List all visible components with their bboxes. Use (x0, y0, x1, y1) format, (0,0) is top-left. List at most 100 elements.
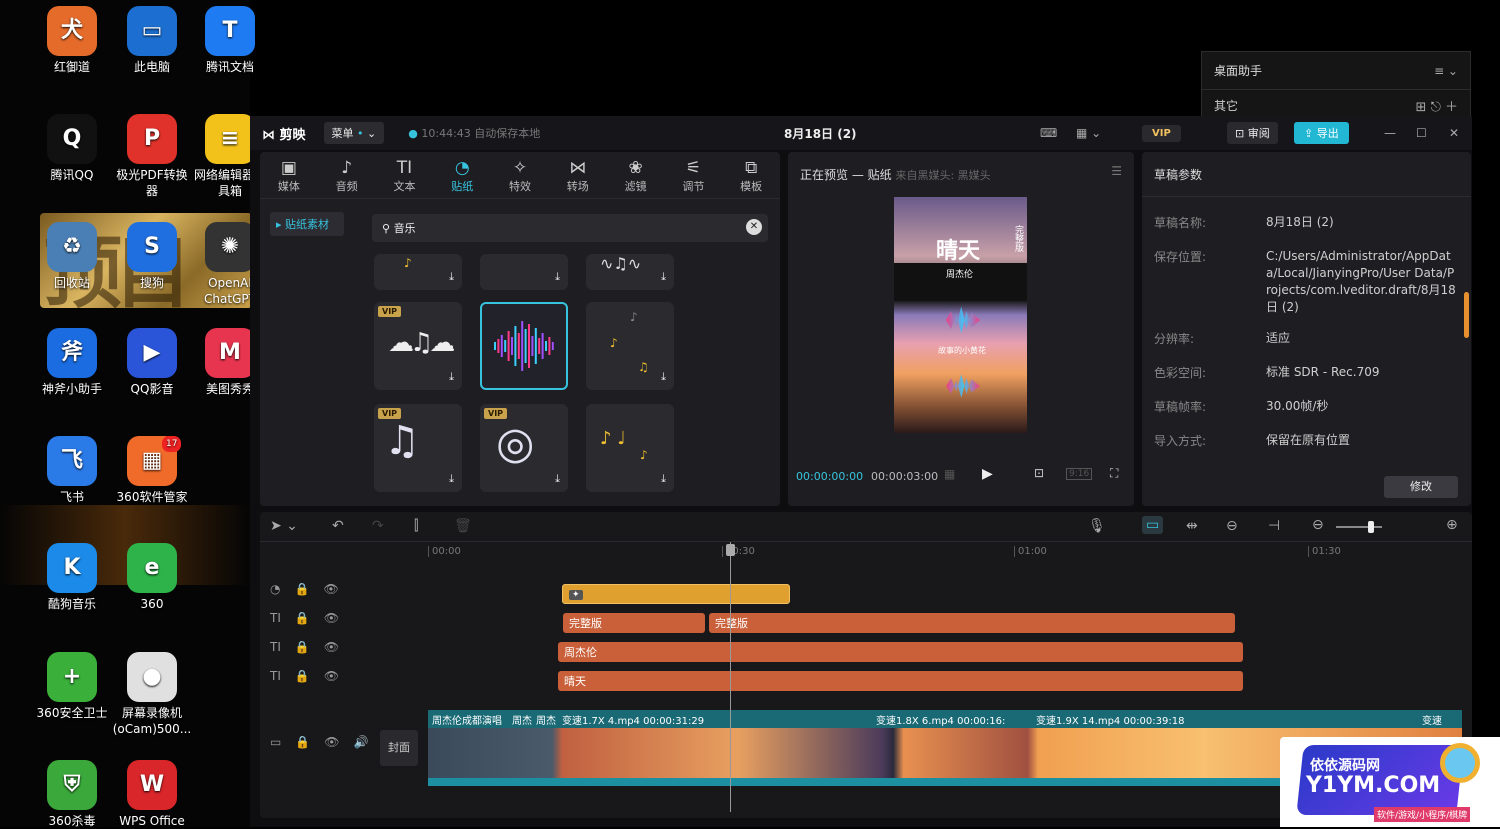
sticker-clip[interactable]: ✦ (562, 584, 790, 604)
text-clip[interactable]: 完整版 (709, 613, 1235, 633)
desktop-icon[interactable]: W WPS Office (112, 760, 192, 829)
zoom-slider[interactable] (1336, 521, 1382, 533)
tab-media[interactable]: ▣ 媒体 (260, 154, 318, 198)
desktop-icon[interactable]: ▶ QQ影音 (112, 328, 192, 397)
sticker-tile[interactable]: ♪ ⤓ (374, 254, 462, 290)
wave-bar (507, 331, 510, 361)
zoom-out-icon[interactable]: ⊖ (1312, 517, 1324, 533)
desktop-icon[interactable]: K 酷狗音乐 (32, 543, 112, 612)
zoom-in-icon[interactable]: ⊕ (1446, 517, 1458, 533)
desktop-icon[interactable]: +360安全卫士 (32, 652, 112, 721)
play-button[interactable]: ▶ (982, 466, 993, 482)
tab-text[interactable]: TI 文本 (376, 154, 434, 198)
close-icon[interactable]: ✕ (1449, 126, 1459, 140)
select-tool-icon[interactable]: ➤ ⌄ (270, 518, 298, 534)
undo-icon[interactable]: ↶ (332, 518, 344, 534)
preview-menu-icon[interactable]: ☰ (1111, 164, 1122, 178)
playhead[interactable] (730, 542, 731, 812)
wave-bar (517, 333, 520, 359)
redo-icon[interactable]: ↷ (372, 518, 384, 534)
link-icon[interactable]: ⊖ (1226, 518, 1238, 534)
time-ruler[interactable]: 00:00 00:30 01:00 01:30 (428, 542, 1468, 562)
app-icon: ▶ (127, 328, 177, 378)
search-input[interactable]: ⚲ 音乐 ✕ (372, 214, 768, 242)
sticker-tile[interactable]: VIP ♫ ⤓ (374, 404, 462, 492)
tab-transition[interactable]: ⋈ 转场 (549, 154, 607, 198)
desktop-icon[interactable]: e 360 (112, 543, 192, 612)
desktop-icon[interactable]: 斧神斧小助手 (32, 328, 112, 397)
desktop-icon[interactable]: S 搜狗 (112, 222, 192, 291)
tab-icon: ▣ (280, 158, 297, 178)
tab-template[interactable]: ⧉ 模板 (722, 154, 780, 198)
mic-icon[interactable]: 🎙 (1088, 518, 1106, 534)
text-clip[interactable]: 完整版 (563, 613, 705, 633)
review-button[interactable]: ⊡ 审阅 (1227, 122, 1278, 144)
params-title: 草稿参数 (1154, 168, 1203, 182)
preview-axis-icon[interactable]: ⊣ (1268, 518, 1280, 534)
wave-bar (514, 326, 517, 366)
tab-filter[interactable]: ❀ 滤镜 (607, 154, 665, 198)
lock-icon: 🔒 (294, 611, 310, 625)
sticker-tile[interactable]: ♪ ♪ ♫ ⤓ (586, 302, 674, 390)
wave-bar (538, 338, 541, 354)
menu-button[interactable]: 菜单 • ⌄ (323, 122, 385, 144)
desktop-icon[interactable]: 犬红御道 (32, 6, 112, 75)
desktop-icon[interactable]: 飞飞书 (32, 436, 112, 505)
app-icon: P (127, 114, 177, 164)
ratio-icon[interactable]: 9:16 (1066, 468, 1093, 480)
tab-audio[interactable]: ♪ 音频 (318, 154, 376, 198)
preview-canvas[interactable]: 晴天 周杰伦 完整版 故事的小黄花 (894, 197, 1027, 433)
desktop-icon[interactable]: ⛨ 360杀毒 (32, 760, 112, 829)
sticker-tile[interactable]: VIP ☁♫☁ ⤓ (374, 302, 462, 390)
tab-icon: ⚟ (685, 158, 701, 178)
sticker-tile-selected[interactable] (480, 302, 568, 390)
desktop-icon[interactable]: Q 腾讯QQ (32, 114, 112, 183)
timeline-toolbar: ➤ ⌄ ↶ ↷ ⫿ 🗑 🎙 ▭ ⇹ ⊖ ⊣ ⊖ ⊕ (260, 512, 1472, 542)
text-clip[interactable]: 周杰伦 (558, 642, 1243, 662)
desktop-icon-label: QQ影音 (130, 382, 174, 396)
sticker-tile[interactable]: ♪ ♩ ♪ ⤓ (586, 404, 674, 492)
clear-icon[interactable]: ✕ (746, 219, 762, 235)
wave-bar (528, 324, 530, 368)
tab-adjust[interactable]: ⚟ 调节 (664, 154, 722, 198)
split-icon[interactable]: ⫿ (414, 518, 418, 534)
text-track-icon: TI (270, 640, 281, 654)
desktop-helper-widget[interactable]: 桌面助手 ≡ ⌄ 其它 ⊞ ⎋ ＋ (1201, 51, 1471, 121)
modify-button[interactable]: 修改 (1384, 476, 1458, 498)
menu-icon[interactable]: ≡ ⌄ (1434, 64, 1458, 78)
delete-icon[interactable]: 🗑 (454, 518, 472, 534)
sticker-tile[interactable]: ∿♫∿ ⤓ (586, 254, 674, 290)
fullscreen-icon[interactable]: ⛶ (1110, 466, 1118, 481)
desktop-icon[interactable]: ♻ 回收站 (32, 222, 112, 291)
app-icon: e (127, 543, 177, 593)
sticker-tile[interactable]: ⤓ (480, 254, 568, 290)
export-button[interactable]: ⇪ 导出 (1294, 122, 1349, 144)
sidebar-item-sticker[interactable]: ▸ 贴纸素材 (270, 212, 344, 236)
desktop-icon[interactable]: ● 屏幕录像机(oCam)500... (112, 652, 192, 737)
maximize-icon[interactable]: ☐ (1416, 126, 1427, 140)
desktop-icon[interactable]: ▭ 此电脑 (112, 6, 192, 75)
tab-effects[interactable]: ✧ 特效 (491, 154, 549, 198)
keyboard-icon[interactable]: ⌨ (1040, 126, 1057, 140)
vip-button[interactable]: VIP (1142, 124, 1181, 142)
desktop-icon[interactable]: ▦ 360软件管家 17 (112, 436, 192, 505)
minimize-icon[interactable]: — (1384, 126, 1396, 140)
desktop-icon[interactable]: P 极光PDF转换器 (112, 114, 192, 199)
auto-snap-icon[interactable]: ⇹ (1186, 518, 1198, 534)
timeline-grid-icon[interactable]: ▦ (944, 467, 955, 481)
tab-sticker[interactable]: ◔ 贴纸 (433, 154, 491, 198)
sticker-tile[interactable]: VIP ◎ ⤓ (480, 404, 568, 492)
desktop-icon[interactable]: T 腾讯文档 (190, 6, 270, 75)
helper-actions-icon[interactable]: ⊞ ⎋ ＋ (1416, 96, 1458, 115)
app-icon: S (127, 222, 177, 272)
eye-icon: 👁 (323, 611, 340, 625)
screenshot-icon[interactable]: ⊡ (1034, 466, 1044, 480)
scrollbar[interactable] (1464, 292, 1469, 338)
cover-button[interactable]: 封面 (380, 730, 418, 766)
layout-icon[interactable]: ▦ ⌄ (1076, 126, 1101, 140)
magnifier-icon (1440, 743, 1480, 783)
playhead-handle[interactable] (726, 544, 735, 556)
text-clip[interactable]: 晴天 (558, 671, 1243, 691)
desktop-icon-label: 极光PDF转换器 (116, 168, 188, 198)
main-track-magnet-icon[interactable]: ▭ (1142, 516, 1164, 534)
